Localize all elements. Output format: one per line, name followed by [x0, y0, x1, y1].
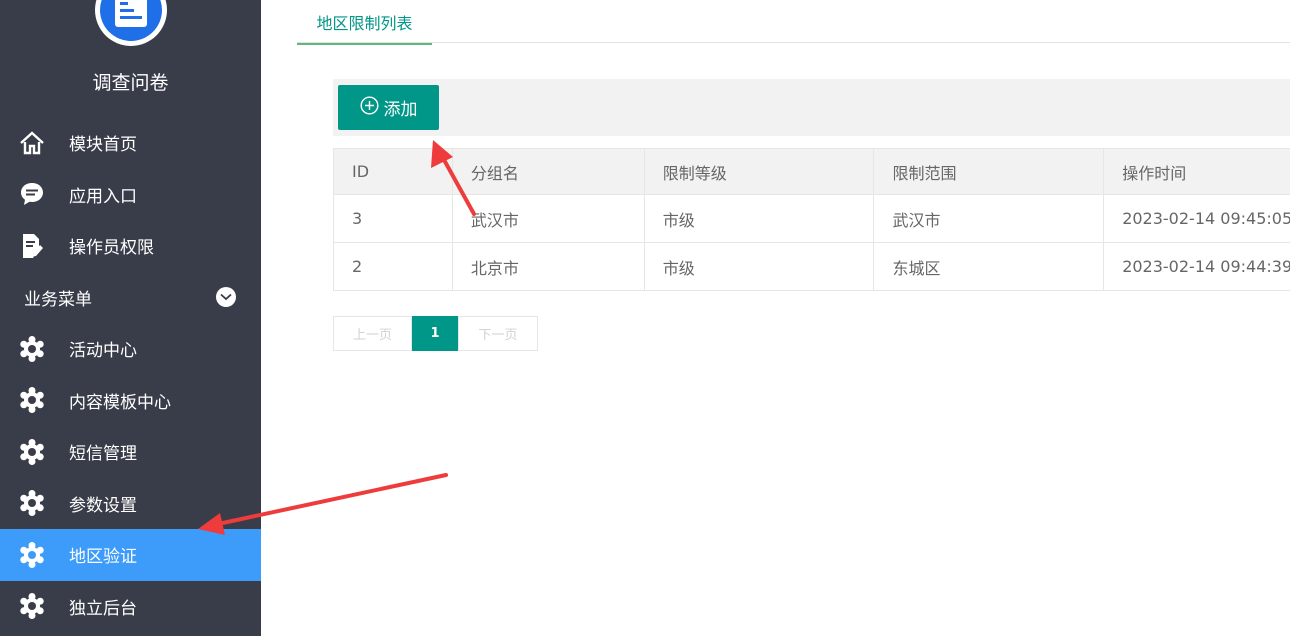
add-button[interactable]: 添加 — [338, 85, 439, 130]
app-title: 调查问卷 — [92, 72, 169, 94]
table-row[interactable]: 2 北京市 市级 东城区 2023-02-14 09:44:39 — [334, 243, 1290, 291]
add-button-label: 添加 — [383, 100, 418, 119]
chevron-down-icon[interactable] — [216, 287, 236, 308]
table-header-row: ID 分组名 限制等级 限制范围 操作时间 — [334, 149, 1290, 195]
column-header: 操作时间 — [1122, 163, 1187, 183]
sidebar-item-region-verification[interactable]: 地区验证 — [0, 529, 261, 581]
gear-icon — [19, 335, 45, 362]
next-page-button[interactable]: 下一页 — [458, 316, 538, 351]
tab-bar: 地区限制列表 — [297, 0, 1290, 45]
sidebar-item-label: 操作员权限 — [69, 238, 154, 259]
table-cell: 2 — [334, 243, 453, 290]
column-header: 限制等级 — [645, 149, 875, 194]
main-content: 地区限制列表 添加 ID 分组名 限制等级 限制范围 操作时间 3 武汉市 市级 — [261, 0, 1290, 636]
gear-icon — [19, 438, 45, 465]
sidebar-item-label: 应用入口 — [69, 186, 137, 207]
prev-page-button[interactable]: 上一页 — [333, 316, 412, 351]
gear-icon — [19, 387, 45, 414]
app-logo — [95, 0, 167, 46]
sidebar-nav: 模块首页 应用入口 操作员权限 业务菜单 活动中心 内容模板中心 短信管理 参数… — [0, 117, 261, 632]
sidebar-item-content-template-center[interactable]: 内容模板中心 — [0, 375, 261, 427]
sidebar-item-activity-center[interactable]: 活动中心 — [0, 323, 261, 375]
home-icon — [19, 130, 45, 156]
sidebar-item-operator-permissions[interactable]: 操作员权限 — [0, 220, 261, 272]
table-cell: 武汉市 — [874, 195, 1105, 242]
doc-edit-icon — [19, 233, 45, 259]
sidebar-item-app-entry[interactable]: 应用入口 — [0, 169, 261, 221]
gear-icon — [19, 541, 45, 568]
table-cell: 2023-02-14 09:44:39 — [1122, 257, 1290, 276]
sidebar-item-home[interactable]: 模块首页 — [0, 117, 261, 169]
sidebar-item-parameter-settings[interactable]: 参数设置 — [0, 478, 261, 530]
sidebar-item-sms-management[interactable]: 短信管理 — [0, 426, 261, 478]
sidebar-group-business-menu[interactable]: 业务菜单 — [0, 272, 261, 324]
table-row[interactable]: 3 武汉市 市级 武汉市 2023-02-14 09:45:05 — [334, 195, 1290, 243]
app-root: 调查问卷 模块首页 应用入口 操作员权限 业务菜单 活动中心 内容模板中心 短信… — [0, 0, 1290, 636]
tab-region-restriction-list[interactable]: 地区限制列表 — [297, 0, 432, 45]
sidebar: 调查问卷 模块首页 应用入口 操作员权限 业务菜单 活动中心 内容模板中心 短信… — [0, 0, 261, 636]
column-header: ID — [334, 149, 453, 194]
pagination: 上一页 1 下一页 — [333, 316, 538, 351]
sidebar-item-label: 短信管理 — [69, 444, 137, 465]
sidebar-item-standalone-backend[interactable]: 独立后台 — [0, 581, 261, 633]
plus-circle-icon — [359, 95, 379, 120]
sidebar-item-label: 独立后台 — [69, 598, 137, 619]
chat-icon — [19, 181, 45, 207]
sidebar-item-label: 参数设置 — [69, 495, 137, 516]
table-cell: 武汉市 — [453, 195, 645, 242]
gear-icon — [19, 490, 45, 517]
sidebar-item-label: 地区验证 — [69, 547, 137, 568]
sidebar-item-label: 活动中心 — [69, 341, 137, 362]
sidebar-item-label: 内容模板中心 — [69, 392, 171, 413]
table-cell: 北京市 — [453, 243, 645, 290]
table-cell: 2023-02-14 09:45:05 — [1122, 209, 1290, 228]
sidebar-group-label: 业务菜单 — [24, 289, 92, 310]
table-cell: 3 — [334, 195, 453, 242]
page-number-current[interactable]: 1 — [412, 316, 458, 351]
survey-doc-icon — [115, 0, 147, 27]
table-cell: 市级 — [645, 195, 875, 242]
table-cell: 市级 — [645, 243, 875, 290]
gear-icon — [19, 593, 45, 620]
region-table: ID 分组名 限制等级 限制范围 操作时间 3 武汉市 市级 武汉市 2023-… — [333, 148, 1290, 291]
column-header: 限制范围 — [874, 149, 1105, 194]
sidebar-item-label: 模块首页 — [69, 135, 137, 156]
toolbar: 添加 — [333, 79, 1290, 136]
column-header: 分组名 — [453, 149, 645, 194]
table-cell: 东城区 — [874, 243, 1105, 290]
